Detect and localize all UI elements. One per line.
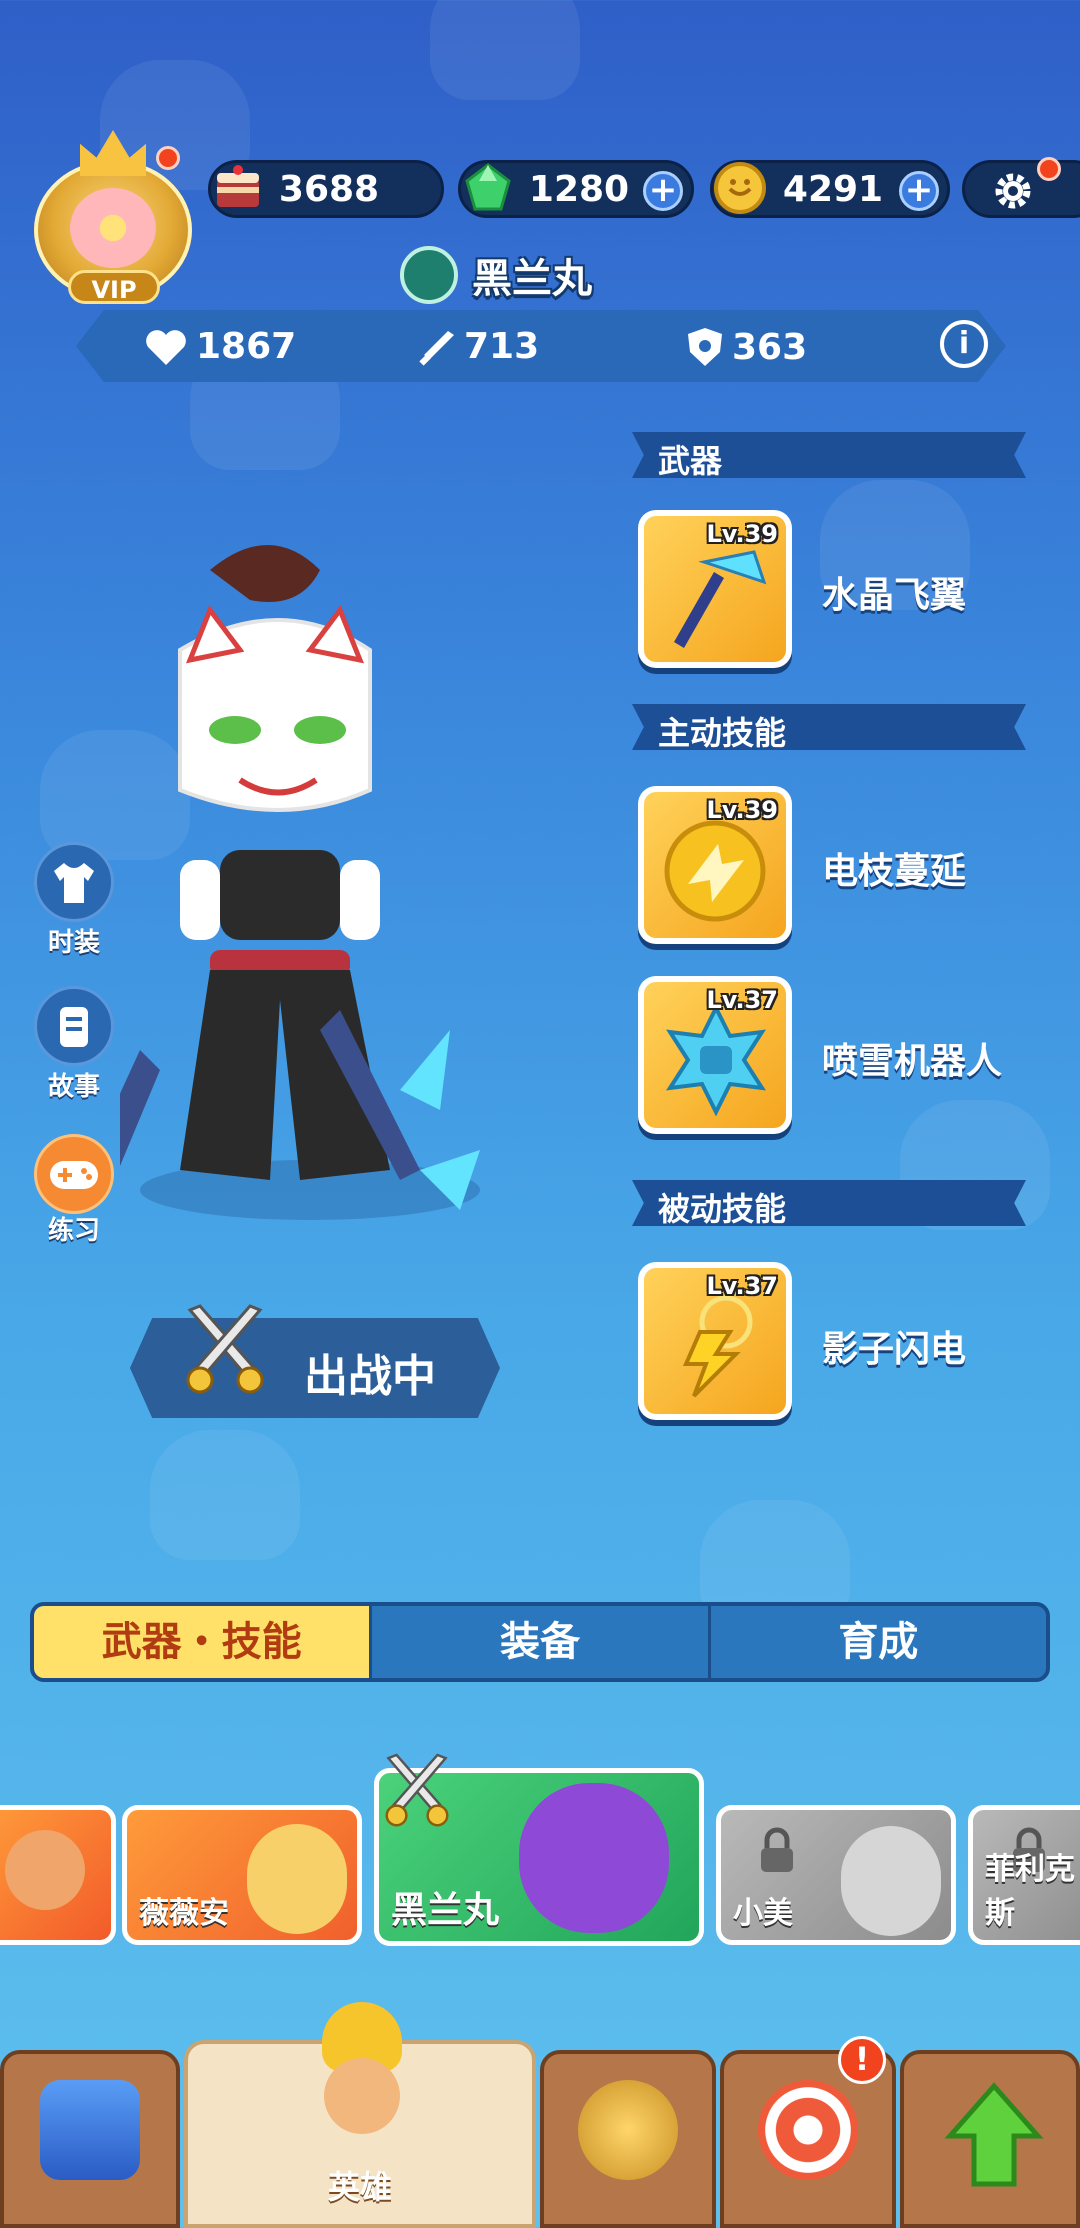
practice-button[interactable]: [34, 1134, 114, 1214]
bg-skull-icon: [430, 0, 580, 100]
passive-skill-level: Lv.37: [706, 1272, 779, 1300]
gamepad-icon: [50, 1161, 98, 1189]
hero-name: 黑兰丸: [472, 256, 592, 302]
active-skill-1-name: 电枝蔓延: [822, 851, 967, 892]
active-skill-slot-1[interactable]: Lv.39: [638, 786, 792, 944]
sword-icon: [419, 330, 454, 366]
vip-avatar-button[interactable]: VIP: [28, 120, 198, 305]
cake-value: 3688: [278, 168, 380, 210]
passive-skill-slot[interactable]: Lv.37: [638, 1262, 792, 1420]
nav-hero[interactable]: 英雄: [184, 2002, 536, 2228]
active-skill-2-level: Lv.37: [706, 986, 779, 1014]
hero-card-name: 薇薇安: [139, 1896, 229, 1931]
health-value: 1867: [196, 326, 297, 367]
passive-header-label: 被动技能: [658, 1190, 787, 1228]
loadout-tabs: 武器・技能 装备 育成: [30, 1602, 1050, 1682]
bg-skull-icon: [150, 1430, 300, 1560]
weapon-section-header: 武器: [632, 432, 1026, 478]
active-header-label: 主动技能: [658, 714, 787, 752]
battle-status-label: 出战中: [304, 1351, 436, 1402]
tab-equipment[interactable]: 装备: [369, 1606, 707, 1678]
flower-avatar-icon: [70, 188, 156, 268]
practice-label: 练习: [47, 1216, 100, 1246]
lock-icon: [761, 1827, 793, 1872]
notification-badge: !: [838, 2036, 886, 2084]
notification-dot: [1037, 157, 1061, 181]
snow-robot-icon: Lv.37: [644, 982, 786, 1128]
info-button[interactable]: i: [940, 320, 988, 368]
gear-icon: [995, 173, 1031, 209]
active-skill-2-name: 喷雪机器人: [822, 1041, 1003, 1082]
heart-icon: [146, 329, 186, 365]
crystal-wing-icon: Lv.39: [644, 516, 786, 662]
add-coin-button[interactable]: +: [899, 171, 939, 211]
nav-shop[interactable]: [0, 2050, 180, 2228]
coin-currency: 4291 +: [710, 160, 950, 218]
shop-icon: [40, 2080, 140, 2180]
hero-portrait-icon: [519, 1783, 669, 1933]
add-gem-button[interactable]: +: [643, 171, 683, 211]
coin-value: 4291: [782, 168, 884, 210]
nav-battle[interactable]: [540, 2050, 716, 2228]
hero-card[interactable]: 薇薇安: [122, 1805, 362, 1945]
hero-nav-icon: [314, 2002, 410, 2152]
hero-portrait-icon: [247, 1824, 347, 1934]
passive-skill-section-header: 被动技能: [632, 1180, 1026, 1226]
up-arrow-icon: [944, 2082, 1044, 2187]
scroll-icon: [60, 1007, 88, 1047]
costume-label: 时装: [47, 928, 100, 958]
passive-skill-name: 影子闪电: [822, 1329, 967, 1370]
tab-weapon-skills[interactable]: 武器・技能: [34, 1606, 370, 1678]
gem-icon: [465, 163, 511, 211]
hero-portrait-icon: [841, 1826, 941, 1936]
costume-button[interactable]: [34, 842, 114, 922]
story-label: 故事: [47, 1072, 100, 1102]
attack-value: 713: [464, 326, 540, 367]
active-skill-1-level: Lv.39: [706, 796, 779, 824]
shadow-lightning-icon: Lv.37: [644, 1268, 786, 1414]
crown-icon: [80, 130, 146, 176]
hero-portrait-icon: [5, 1830, 85, 1910]
hero-card-name: 菲利克斯: [985, 1852, 1075, 1931]
lightning-orb-icon: Lv.39: [644, 792, 786, 938]
hero-character-model: [120, 545, 480, 1220]
hero-name-row: 黑兰丸: [400, 245, 592, 305]
nav-upgrade[interactable]: [900, 2050, 1080, 2228]
hero-card[interactable]: [0, 1805, 116, 1945]
tab-training[interactable]: 育成: [707, 1606, 1046, 1678]
shirt-icon: [54, 863, 94, 903]
active-skill-slot-2[interactable]: Lv.37: [638, 976, 792, 1134]
coin-icon: [714, 162, 766, 214]
weapon-slot[interactable]: Lv.39: [638, 510, 792, 668]
hero-nav-label: 英雄: [327, 2168, 392, 2206]
vip-label: VIP: [68, 270, 160, 304]
story-button[interactable]: [34, 986, 114, 1066]
weapon-name: 水晶飞翼: [822, 575, 967, 616]
defense-stat: 363: [686, 326, 807, 368]
crossed-swords-icon: [385, 1753, 449, 1827]
gem-value: 1280: [528, 168, 630, 210]
hero-card-locked[interactable]: 菲利克斯: [968, 1805, 1080, 1945]
weapon-header-label: 武器: [658, 442, 723, 480]
settings-button[interactable]: [962, 157, 1080, 218]
attack-stat: 713: [416, 326, 539, 367]
shield-icon: [688, 328, 722, 366]
notification-dot: [156, 146, 180, 170]
active-skill-section-header: 主动技能: [632, 704, 1026, 750]
crossed-swords-icon: [186, 1304, 264, 1394]
hero-card-name: 黑兰丸: [391, 1890, 500, 1931]
target-icon: [758, 2080, 858, 2180]
battle-shield-icon: [578, 2080, 678, 2180]
cake-icon: [217, 165, 259, 207]
health-stat: 1867: [144, 326, 296, 367]
cake-currency: 3688: [208, 160, 444, 218]
defense-value: 363: [732, 326, 808, 368]
gem-currency: 1280 +: [458, 160, 694, 218]
skull-badge-icon: [400, 246, 458, 304]
weapon-level: Lv.39: [706, 520, 779, 548]
hero-card-locked[interactable]: 小美: [716, 1805, 956, 1945]
hero-card-name: 小美: [733, 1896, 793, 1931]
